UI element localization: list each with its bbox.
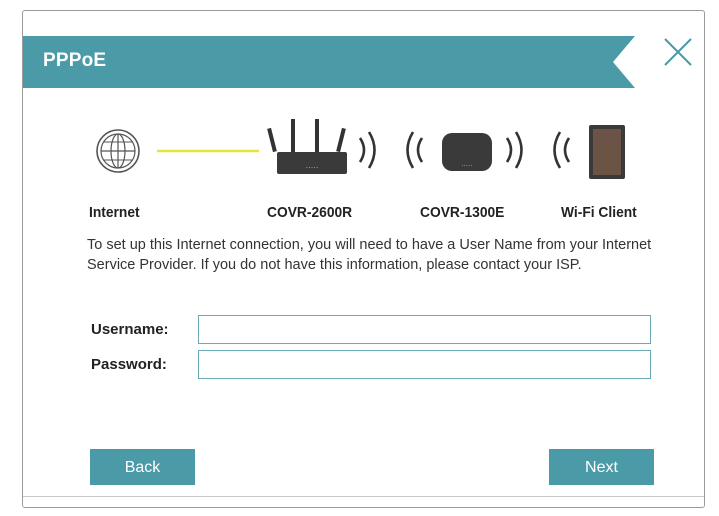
svg-text:.....: ..... — [461, 160, 472, 168]
banner-shape — [23, 36, 635, 88]
title-banner: PPPoE — [23, 36, 635, 88]
device-label-router: COVR-2600R — [267, 204, 353, 221]
svg-text:.....: ..... — [306, 161, 319, 170]
dialog-title: PPPoE — [43, 50, 107, 71]
info-text: To set up this Internet connection, you … — [87, 237, 652, 273]
password-input[interactable] — [198, 350, 651, 379]
tablet-icon — [589, 125, 625, 179]
globe-icon — [96, 129, 140, 173]
extender-icon: ..... — [442, 133, 492, 171]
device-label-extender: COVR-1300E — [420, 204, 505, 221]
username-input[interactable] — [198, 315, 651, 344]
device-label-internet: Internet — [89, 204, 140, 221]
close-icon[interactable] — [663, 37, 693, 67]
wifi-waves-icon — [358, 131, 424, 169]
wifi-waves-icon — [505, 131, 571, 169]
network-topology: ..... ..... Internet COVR-2600R COVR-130… — [23, 116, 704, 226]
pppoe-dialog: PPPoE ..... ..... Internet COVR-2600R CO… — [22, 10, 705, 508]
password-label: Password: — [91, 356, 167, 373]
dialog-footer-edge — [23, 496, 704, 507]
next-button[interactable]: Next — [549, 449, 654, 485]
username-label: Username: — [91, 321, 169, 338]
device-label-client: Wi-Fi Client — [561, 204, 637, 221]
router-icon: ..... — [267, 119, 347, 174]
back-button[interactable]: Back — [90, 449, 195, 485]
